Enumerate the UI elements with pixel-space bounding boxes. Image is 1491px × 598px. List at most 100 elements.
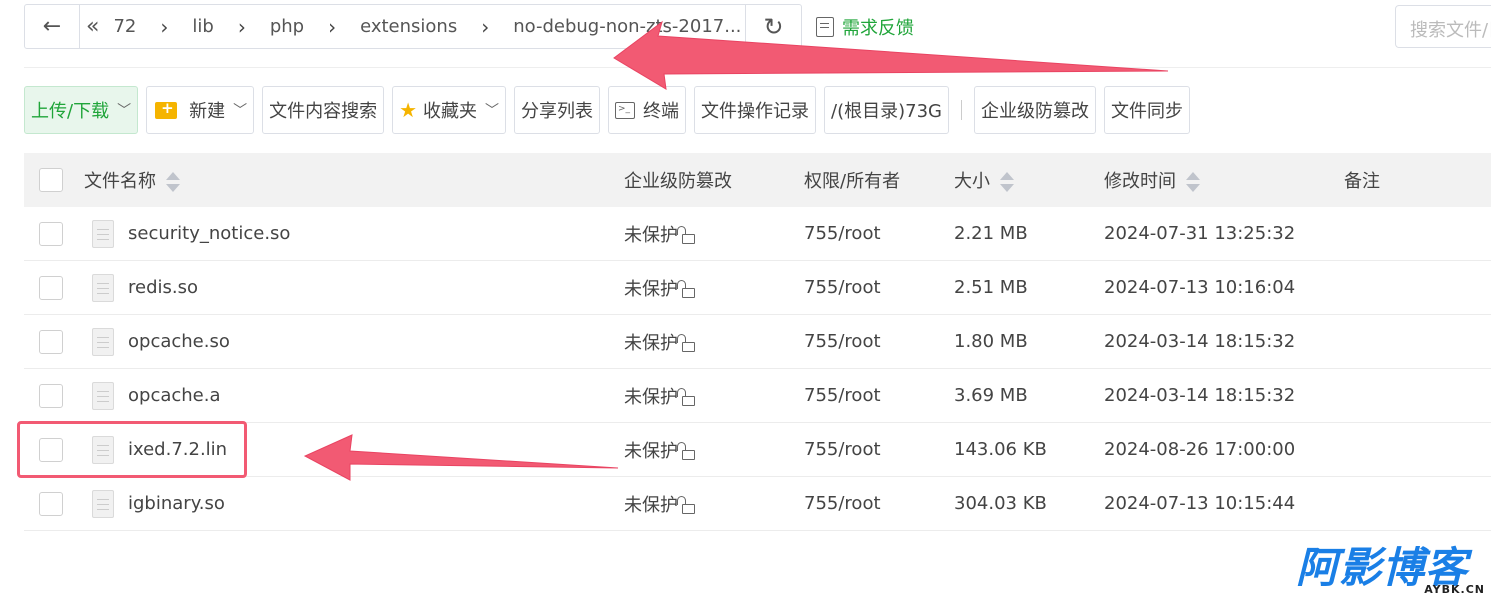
header-name[interactable]: 文件名称 bbox=[84, 167, 180, 193]
disk-root-button[interactable]: /(根目录)73G bbox=[824, 86, 949, 134]
row-checkbox[interactable] bbox=[39, 221, 63, 246]
favorites-button[interactable]: ★ 收藏夹 ﹀ bbox=[392, 86, 507, 134]
new-label: 新建 bbox=[189, 101, 226, 122]
file-sync-button[interactable]: 文件同步 bbox=[1103, 86, 1190, 134]
breadcrumb-item[interactable]: 72 bbox=[113, 16, 136, 37]
terminal-label: 终端 bbox=[643, 101, 680, 122]
breadcrumb-item[interactable]: php bbox=[270, 16, 304, 37]
address-bar: ← « 72 › lib › php › extensions › no-deb… bbox=[24, 4, 802, 49]
document-edit-icon bbox=[816, 17, 834, 37]
back-button[interactable]: ← bbox=[24, 4, 80, 49]
arrow-left-icon: ← bbox=[42, 14, 62, 39]
modified-time: 2024-03-14 18:15:32 bbox=[1104, 385, 1296, 406]
content-search-button[interactable]: 文件内容搜索 bbox=[262, 86, 385, 134]
table-row[interactable]: igbinary.so 未保护 755/root 304.03 KB 2024-… bbox=[24, 477, 1491, 531]
file-name[interactable]: security_notice.so bbox=[128, 223, 290, 244]
protect-status[interactable]: 未保护 bbox=[624, 437, 695, 463]
protect-status[interactable]: 未保护 bbox=[624, 383, 695, 409]
upload-download-label: 上传/下载 bbox=[31, 101, 110, 122]
row-checkbox[interactable] bbox=[39, 383, 63, 408]
toolbar-divider bbox=[960, 100, 962, 120]
terminal-button[interactable]: >_ 终端 bbox=[608, 86, 687, 134]
chevron-right-icon: › bbox=[160, 14, 169, 39]
permission-owner[interactable]: 755/root bbox=[804, 385, 881, 406]
feedback-label: 需求反馈 bbox=[842, 18, 914, 39]
header-permission: 权限/所有者 bbox=[804, 171, 901, 192]
protect-status[interactable]: 未保护 bbox=[624, 491, 695, 517]
breadcrumb-item[interactable]: extensions bbox=[360, 16, 457, 37]
permission-owner[interactable]: 755/root bbox=[804, 493, 881, 514]
table-row[interactable]: opcache.so 未保护 755/root 1.80 MB 2024-03-… bbox=[24, 315, 1491, 369]
feedback-link[interactable]: 需求反馈 bbox=[816, 14, 914, 40]
tamper-proof-button[interactable]: 企业级防篡改 bbox=[973, 86, 1096, 134]
file-icon bbox=[92, 273, 114, 302]
search-input[interactable]: 搜索文件/目录 bbox=[1395, 5, 1491, 48]
row-checkbox[interactable] bbox=[39, 491, 63, 516]
protect-status[interactable]: 未保护 bbox=[624, 221, 695, 247]
file-size: 143.06 KB bbox=[954, 439, 1047, 460]
header-size[interactable]: 大小 bbox=[954, 167, 1014, 193]
sort-icon[interactable] bbox=[166, 171, 180, 193]
modified-time: 2024-08-26 17:00:00 bbox=[1104, 439, 1296, 460]
sort-icon[interactable] bbox=[1000, 171, 1014, 193]
file-size: 3.69 MB bbox=[954, 385, 1028, 406]
file-size: 2.51 MB bbox=[954, 277, 1028, 298]
breadcrumb-item[interactable]: lib bbox=[192, 16, 213, 37]
new-folder-icon bbox=[155, 99, 178, 119]
row-checkbox[interactable] bbox=[39, 275, 63, 300]
select-all-checkbox[interactable] bbox=[39, 168, 63, 192]
row-checkbox[interactable] bbox=[39, 329, 63, 354]
header-note: 备注 bbox=[1344, 171, 1380, 192]
new-button[interactable]: 新建 ﹀ bbox=[146, 86, 255, 134]
table-row[interactable]: security_notice.so 未保护 755/root 2.21 MB … bbox=[24, 207, 1491, 261]
unlock-icon bbox=[677, 279, 695, 298]
file-name[interactable]: redis.so bbox=[128, 277, 198, 298]
star-icon: ★ bbox=[399, 98, 418, 122]
modified-time: 2024-07-31 13:25:32 bbox=[1104, 223, 1296, 244]
refresh-button[interactable]: ↻ bbox=[746, 4, 802, 49]
modified-time: 2024-07-13 10:15:44 bbox=[1104, 493, 1296, 514]
double-chevron-left-icon[interactable]: « bbox=[86, 14, 99, 39]
sort-icon[interactable] bbox=[1186, 171, 1200, 193]
chevron-right-icon: › bbox=[328, 14, 337, 39]
toolbar: 上传/下载 ﹀ 新建 ﹀ 文件内容搜索 ★ 收藏夹 ﹀ 分享列表 >_ 终端 文… bbox=[24, 86, 1198, 134]
permission-owner[interactable]: 755/root bbox=[804, 277, 881, 298]
permission-owner[interactable]: 755/root bbox=[804, 439, 881, 460]
table-row[interactable]: redis.so 未保护 755/root 2.51 MB 2024-07-13… bbox=[24, 261, 1491, 315]
unlock-icon bbox=[677, 387, 695, 406]
file-name[interactable]: opcache.a bbox=[128, 385, 221, 406]
chevron-right-icon: › bbox=[481, 14, 490, 39]
protect-status[interactable]: 未保护 bbox=[624, 275, 695, 301]
chevron-right-icon: › bbox=[237, 14, 246, 39]
highlight-box bbox=[17, 421, 247, 478]
upload-download-button[interactable]: 上传/下载 ﹀ bbox=[24, 86, 139, 134]
breadcrumb[interactable]: « 72 › lib › php › extensions › no-debug… bbox=[80, 4, 746, 49]
divider bbox=[24, 67, 1491, 68]
header-tamper: 企业级防篡改 bbox=[624, 171, 732, 192]
unlock-icon bbox=[677, 495, 695, 514]
terminal-icon: >_ bbox=[615, 101, 636, 119]
file-icon bbox=[92, 219, 114, 248]
protect-status[interactable]: 未保护 bbox=[624, 329, 695, 355]
unlock-icon bbox=[677, 225, 695, 244]
table-header: 文件名称 企业级防篡改 权限/所有者 大小 修改时间 备注 bbox=[24, 153, 1491, 207]
modified-time: 2024-03-14 18:15:32 bbox=[1104, 331, 1296, 352]
unlock-icon bbox=[677, 441, 695, 460]
favorites-label: 收藏夹 bbox=[423, 101, 478, 122]
file-icon bbox=[92, 327, 114, 356]
operation-log-button[interactable]: 文件操作记录 bbox=[694, 86, 817, 134]
permission-owner[interactable]: 755/root bbox=[804, 223, 881, 244]
watermark-logo: 阿影博客 AYBK.CN bbox=[1296, 544, 1491, 598]
table-row[interactable]: opcache.a 未保护 755/root 3.69 MB 2024-03-1… bbox=[24, 369, 1491, 423]
share-list-button[interactable]: 分享列表 bbox=[514, 86, 601, 134]
file-icon bbox=[92, 489, 114, 518]
header-mtime[interactable]: 修改时间 bbox=[1104, 167, 1200, 193]
file-name[interactable]: opcache.so bbox=[128, 331, 230, 352]
modified-time: 2024-07-13 10:16:04 bbox=[1104, 277, 1296, 298]
chevron-down-icon: ﹀ bbox=[485, 103, 500, 119]
file-name[interactable]: igbinary.so bbox=[128, 493, 225, 514]
chevron-down-icon: ﹀ bbox=[117, 103, 132, 119]
permission-owner[interactable]: 755/root bbox=[804, 331, 881, 352]
breadcrumb-item[interactable]: no-debug-non-zts-2017... bbox=[513, 16, 741, 37]
file-icon bbox=[92, 381, 114, 410]
